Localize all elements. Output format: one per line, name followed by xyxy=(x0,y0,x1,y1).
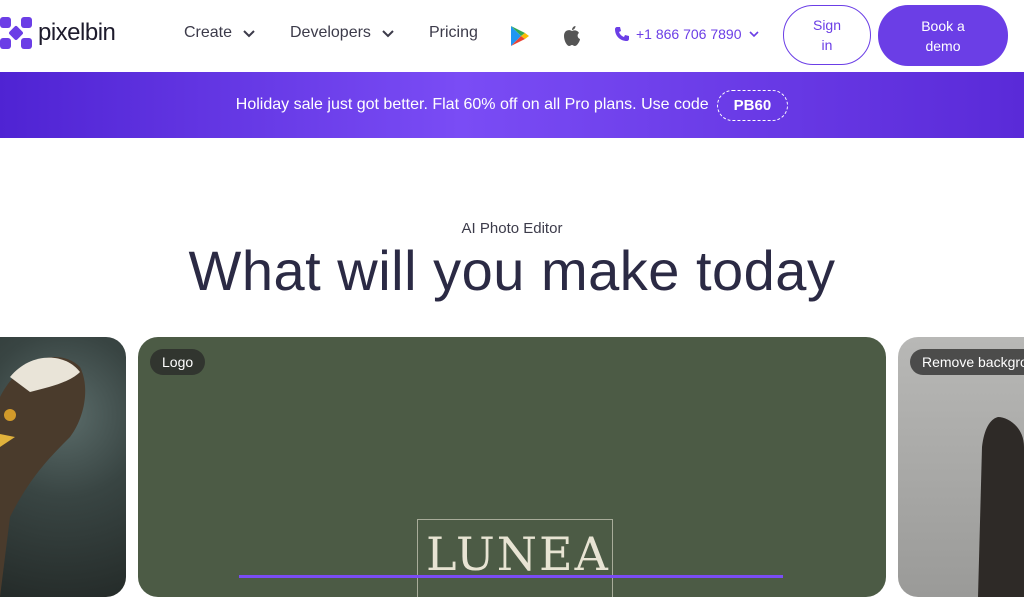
google-play-link[interactable] xyxy=(508,24,532,48)
pixelbin-logo[interactable]: pixelbin xyxy=(0,17,116,49)
card-tag-logo: Logo xyxy=(150,349,206,375)
book-demo-button[interactable]: Book a demo xyxy=(878,5,1008,66)
brand-name: pixelbin xyxy=(38,19,116,46)
app-store-link[interactable] xyxy=(560,24,584,48)
lunea-logo-text: LUNEA xyxy=(426,527,610,581)
card-progress-bar xyxy=(239,575,783,578)
sign-in-button[interactable]: Sign in xyxy=(783,5,871,65)
sign-in-label: Sign in xyxy=(812,17,842,53)
pixelbin-logo-icon xyxy=(0,17,32,49)
promo-code-badge[interactable]: PB60 xyxy=(716,89,789,121)
carousel-card-remove-background[interactable]: Remove backgro xyxy=(898,337,1024,597)
google-play-icon xyxy=(511,26,529,46)
phone-contact[interactable]: +1 866 706 7890 xyxy=(614,26,760,42)
phone-number: +1 866 706 7890 xyxy=(636,26,742,42)
nav-create-label: Create xyxy=(184,24,233,41)
hero-eyebrow: AI Photo Editor xyxy=(461,220,563,237)
nav-developers-label: Developers xyxy=(290,24,371,41)
book-demo-label: Book a demo xyxy=(921,17,965,54)
chevron-down-icon xyxy=(748,31,759,38)
chevron-down-icon xyxy=(243,30,255,38)
chevron-down-icon xyxy=(382,30,394,38)
phone-icon xyxy=(615,27,629,41)
nav-developers[interactable]: Developers xyxy=(290,24,395,42)
apple-icon xyxy=(564,26,580,46)
carousel-card-eagle[interactable] xyxy=(0,337,126,597)
hero-title: What will you make today xyxy=(188,239,836,302)
nav-pricing[interactable]: Pricing xyxy=(429,24,478,42)
nav-pricing-label: Pricing xyxy=(429,24,478,41)
nav-create[interactable]: Create xyxy=(184,24,256,42)
promo-banner: Holiday sale just got better. Flat 60% o… xyxy=(0,72,1024,138)
top-navbar: pixelbin Create Developers Pricing +1 86… xyxy=(0,0,1024,73)
eagle-image xyxy=(0,357,86,597)
carousel-card-logo[interactable]: Logo LUNEA xyxy=(138,337,886,597)
person-image xyxy=(978,417,1024,597)
promo-text: Holiday sale just got better. Flat 60% o… xyxy=(235,96,709,113)
